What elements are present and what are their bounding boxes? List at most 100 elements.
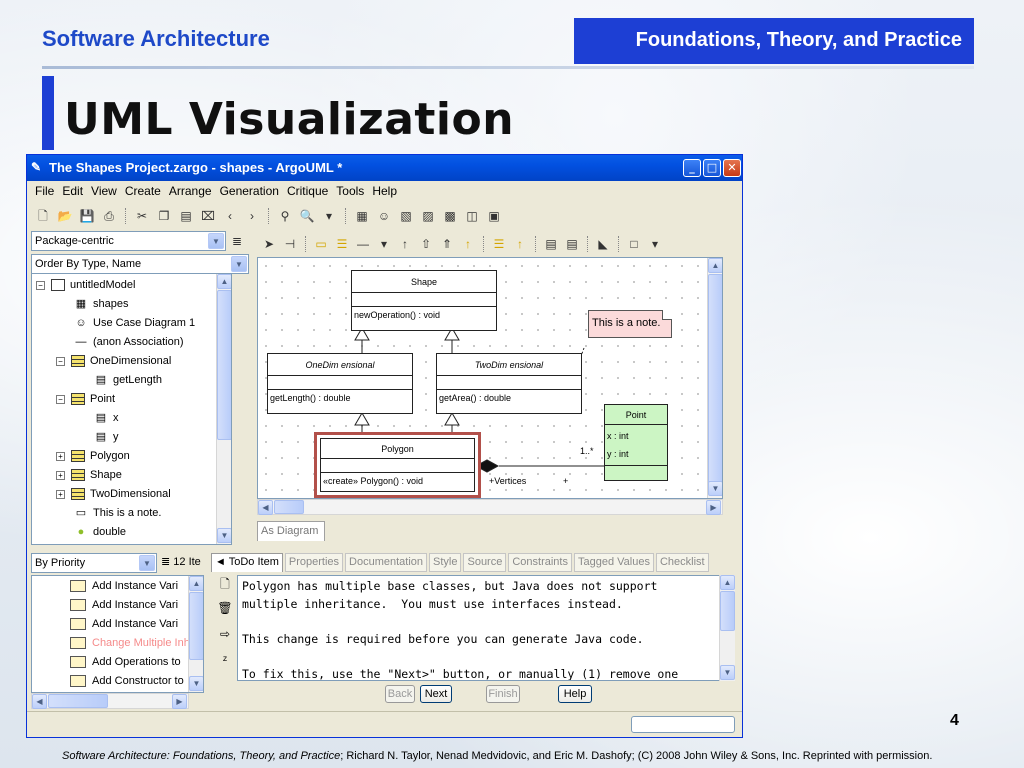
diagram-canvas[interactable]: Shape newOperation() : void OneDim ensio… xyxy=(257,257,723,499)
todo-item[interactable]: Add Instance Vari xyxy=(70,615,178,633)
tree-node-twodimensional[interactable]: + TwoDimensional xyxy=(56,485,171,503)
scroll-up-icon[interactable]: ▲ xyxy=(217,274,231,289)
window-titlebar[interactable]: ✎ The Shapes Project.zargo - shapes - Ar… xyxy=(27,155,742,181)
scroll-down-icon[interactable]: ▼ xyxy=(217,528,231,543)
menu-critique[interactable]: Critique xyxy=(285,182,334,201)
todo-item[interactable]: Add Constructor to xyxy=(70,672,184,690)
new-association-icon[interactable]: — xyxy=(355,236,371,252)
scroll-down-icon[interactable]: ▼ xyxy=(708,481,722,496)
maximize-button[interactable]: □ xyxy=(703,159,721,177)
new-realization-icon[interactable]: ⇑ xyxy=(439,236,455,252)
todo-description[interactable]: Polygon has multiple base classes, but J… xyxy=(237,575,722,681)
class-polygon-selected[interactable]: Polygon «create» Polygon() : void xyxy=(314,432,481,498)
todo-scroll-thumb[interactable] xyxy=(189,592,203,660)
tab-properties[interactable]: Properties xyxy=(284,553,344,572)
scroll-down-icon[interactable]: ▼ xyxy=(189,676,203,691)
menu-help[interactable]: Help xyxy=(370,182,403,201)
delete-icon[interactable]: ⌧ xyxy=(200,208,216,224)
new-note-icon[interactable]: ◣ xyxy=(595,236,611,252)
finish-button[interactable]: Finish xyxy=(486,685,520,703)
tree-node-onedimensional[interactable]: − OneDimensional xyxy=(56,352,171,370)
cut-icon[interactable]: ✂ xyxy=(134,208,150,224)
save-icon[interactable]: 💾 xyxy=(79,208,95,224)
sequence-diagram-icon[interactable]: ▧ xyxy=(398,208,414,224)
dropdown-arrow-icon[interactable]: ▾ xyxy=(647,236,663,252)
chevron-down-icon[interactable]: ▼ xyxy=(139,555,155,571)
description-scroll-thumb[interactable] xyxy=(720,591,735,631)
expand-icon[interactable]: + xyxy=(56,489,65,499)
broom-icon[interactable]: ⊣ xyxy=(282,236,298,252)
scroll-down-icon[interactable]: ▼ xyxy=(720,665,735,680)
tree-node-x[interactable]: ▤ x xyxy=(94,409,119,427)
menu-create[interactable]: Create xyxy=(123,182,167,201)
tree-node-usecase-diagram[interactable]: ☺ Use Case Diagram 1 xyxy=(74,314,195,332)
expand-icon[interactable]: + xyxy=(56,470,65,480)
usecase-diagram-icon[interactable]: ☺ xyxy=(376,208,392,224)
tree-node-point[interactable]: − Point xyxy=(56,390,115,408)
class-point[interactable]: Point x : int y : int xyxy=(604,404,668,481)
class-shape[interactable]: Shape newOperation() : void xyxy=(351,270,497,331)
scroll-up-icon[interactable]: ▲ xyxy=(189,576,203,591)
canvas-hscroll-thumb[interactable] xyxy=(274,500,304,514)
menu-file[interactable]: File xyxy=(33,182,60,201)
tree-node-y[interactable]: ▤ y xyxy=(94,428,119,446)
tree-node-note[interactable]: ▭ This is a note. xyxy=(74,504,162,522)
todo-item[interactable]: Add Instance Vari xyxy=(70,577,178,595)
order-select[interactable]: Order By Type, Name ▼ xyxy=(31,254,249,274)
help-button[interactable]: Help xyxy=(558,685,592,703)
tree-node-association[interactable]: — (anon Association) xyxy=(74,333,184,351)
new-dependency-icon[interactable]: ↑ xyxy=(397,236,413,252)
chevron-down-icon[interactable]: ▼ xyxy=(208,233,224,249)
class-twodimensional[interactable]: TwoDim ensional getArea() : double xyxy=(436,353,582,414)
statechart-diagram-icon[interactable]: ▩ xyxy=(442,208,458,224)
scroll-left-icon[interactable]: ◀ xyxy=(258,500,273,515)
class-diagram-icon[interactable]: ▦ xyxy=(354,208,370,224)
scroll-up-icon[interactable]: ▲ xyxy=(708,258,722,273)
tree-node-getlength[interactable]: ▤ getLength xyxy=(94,371,162,389)
back-button[interactable]: Back xyxy=(385,685,415,703)
open-file-icon[interactable]: 📂 xyxy=(57,208,73,224)
tab-tagged-values[interactable]: Tagged Values xyxy=(573,553,654,572)
menu-arrange[interactable]: Arrange xyxy=(167,182,218,201)
collapse-icon[interactable]: − xyxy=(36,280,45,290)
tree-scroll-thumb[interactable] xyxy=(217,290,231,440)
todo-item-selected[interactable]: Change Multiple Inh xyxy=(70,634,190,652)
perspective-select[interactable]: Package-centric ▼ xyxy=(31,231,226,251)
deployment-diagram-icon[interactable]: ▣ xyxy=(486,208,502,224)
todo-hscroll-thumb[interactable] xyxy=(48,694,108,708)
paste-icon[interactable]: ▤ xyxy=(178,208,194,224)
menu-tools[interactable]: Tools xyxy=(334,182,370,201)
canvas-vscrollbar[interactable]: ▲ ▼ xyxy=(707,258,722,498)
find-icon[interactable]: ⚲ xyxy=(277,208,293,224)
new-rectangle-icon[interactable]: □ xyxy=(626,236,642,252)
minimize-button[interactable]: _ xyxy=(683,159,701,177)
chevron-down-icon[interactable]: ▼ xyxy=(231,256,247,272)
tree-node-shape[interactable]: + Shape xyxy=(56,466,122,484)
menu-generation[interactable]: Generation xyxy=(218,182,285,201)
new-operation-icon[interactable]: ▤ xyxy=(564,236,580,252)
perspective-config-icon[interactable]: ≣ xyxy=(229,233,245,249)
new-attribute-icon[interactable]: ▤ xyxy=(543,236,559,252)
new-generalization-icon[interactable]: ⇧ xyxy=(418,236,434,252)
new-class-icon[interactable]: ☰ xyxy=(334,236,350,252)
todo-sort-select[interactable]: By Priority ▼ xyxy=(31,553,157,573)
new-datatype-icon[interactable]: ↑ xyxy=(512,236,528,252)
tab-todo-item[interactable]: ◄ ToDo Item xyxy=(211,553,283,572)
snooze-icon[interactable]: ᶻ xyxy=(215,653,235,679)
close-button[interactable]: ✕ xyxy=(723,159,741,177)
next-button[interactable]: Next xyxy=(420,685,452,703)
zoom-icon[interactable]: 🔍 xyxy=(299,208,315,224)
new-file-icon[interactable]: 🗋 xyxy=(35,208,51,224)
tree-node-untitledmodel[interactable]: − untitledModel xyxy=(36,276,135,294)
todo-hscrollbar[interactable]: ◀ ▶ xyxy=(31,693,189,709)
scroll-up-icon[interactable]: ▲ xyxy=(720,575,735,590)
dropdown-arrow-icon[interactable]: ▾ xyxy=(321,208,337,224)
select-arrow-icon[interactable]: ➤ xyxy=(261,236,277,252)
expand-icon[interactable]: + xyxy=(56,451,65,461)
class-onedimensional[interactable]: OneDim ensional getLength() : double xyxy=(267,353,413,414)
new-package-icon[interactable]: ▭ xyxy=(313,236,329,252)
new-abstraction-icon[interactable]: ↑ xyxy=(460,236,476,252)
tab-constraints[interactable]: Constraints xyxy=(508,553,572,572)
print-icon[interactable]: ⎙ xyxy=(101,208,117,224)
uml-note[interactable]: This is a note. xyxy=(588,310,672,338)
